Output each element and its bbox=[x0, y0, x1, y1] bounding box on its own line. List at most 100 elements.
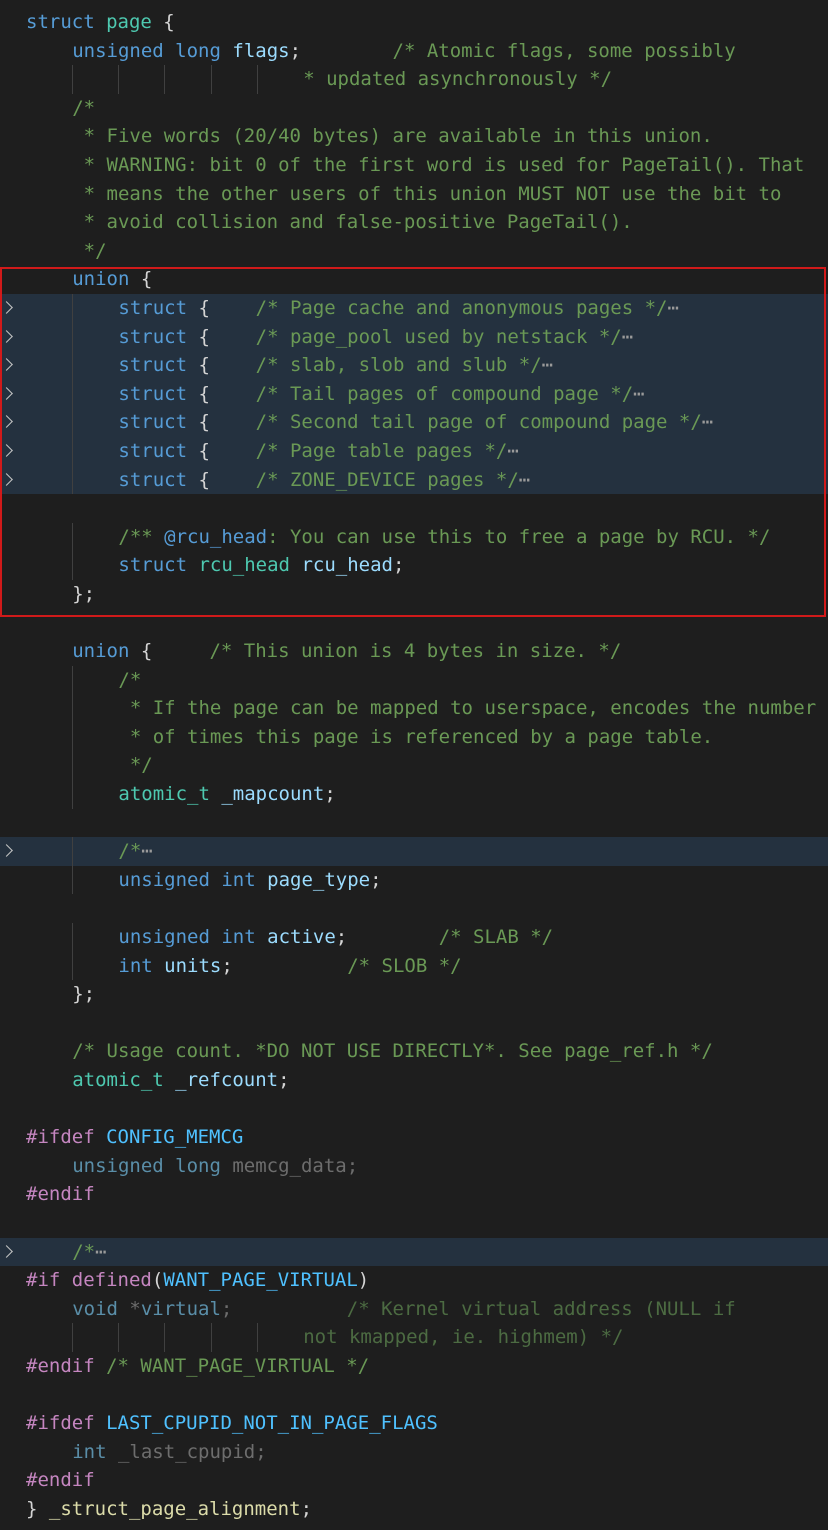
code-line[interactable] bbox=[0, 809, 828, 838]
code-line[interactable]: * WARNING: bit 0 of the first word is us… bbox=[0, 151, 828, 180]
code-line[interactable]: * If the page can be mapped to userspace… bbox=[0, 694, 828, 723]
code-line[interactable]: /* bbox=[0, 665, 828, 695]
fold-chevron-right-icon[interactable] bbox=[0, 444, 13, 457]
folded-code-line[interactable]: struct { /* ZONE_DEVICE pages */⋯ bbox=[0, 465, 828, 495]
code-token: { bbox=[129, 640, 210, 663]
folded-code-line[interactable]: struct { /* Second tail page of compound… bbox=[0, 408, 828, 437]
fold-chevron-right-icon[interactable] bbox=[0, 1244, 13, 1258]
code-line[interactable]: */ bbox=[0, 751, 828, 781]
code-line[interactable]: #ifdef CONFIG_MEMCG bbox=[0, 1123, 828, 1152]
code-line[interactable] bbox=[0, 1095, 828, 1124]
code-line[interactable]: #endif /* WANT_PAGE_VIRTUAL */ bbox=[0, 1352, 828, 1381]
code-line[interactable]: union { /* This union is 4 bytes in size… bbox=[0, 637, 828, 666]
fold-chevron-right-icon[interactable] bbox=[0, 329, 13, 343]
code-token: ) bbox=[357, 1269, 370, 1292]
code-line[interactable] bbox=[0, 494, 828, 523]
code-text: #if defined(WANT_PAGE_VIRTUAL) bbox=[26, 1266, 369, 1295]
code-line[interactable]: #endif bbox=[0, 1180, 828, 1209]
code-token: @rcu_head bbox=[164, 525, 268, 548]
code-token: #endif bbox=[26, 1469, 95, 1492]
code-token: */ bbox=[72, 239, 107, 262]
code-token: ⋯ bbox=[667, 296, 679, 319]
code-line[interactable]: #endif bbox=[0, 1466, 828, 1495]
code-text: /** @rcu_head: You can use this to free … bbox=[118, 523, 770, 552]
code-line[interactable]: /* bbox=[0, 94, 828, 123]
code-token: /* SLOB */ bbox=[347, 954, 462, 977]
fold-chevron-right-icon[interactable] bbox=[0, 844, 13, 858]
folded-code-line[interactable]: struct { /* page_pool used by netstack *… bbox=[0, 322, 828, 352]
fold-chevron-right-icon[interactable] bbox=[0, 301, 13, 314]
code-text: /* Usage count. *DO NOT USE DIRECTLY*. S… bbox=[72, 1037, 713, 1066]
indent-guide bbox=[256, 1323, 258, 1352]
folded-code-line[interactable]: /*⋯ bbox=[0, 1237, 828, 1267]
code-line[interactable]: #ifdef LAST_CPUPID_NOT_IN_PAGE_FLAGS bbox=[0, 1409, 828, 1438]
code-line[interactable]: unsigned long memcg_data; bbox=[0, 1152, 828, 1181]
code-line[interactable] bbox=[0, 1381, 828, 1410]
code-token: int bbox=[118, 954, 153, 977]
code-line[interactable]: * Five words (20/40 bytes) are available… bbox=[0, 122, 828, 151]
code-editor[interactable]: struct page {unsigned long flags; /* Ato… bbox=[0, 0, 828, 1530]
indent-guide bbox=[72, 923, 73, 952]
code-token: #ifdef bbox=[26, 1412, 95, 1435]
code-line[interactable]: }; bbox=[0, 980, 828, 1009]
code-token: struct bbox=[118, 354, 188, 377]
code-line[interactable]: } _struct_page_alignment; bbox=[0, 1495, 828, 1524]
code-line[interactable] bbox=[0, 1209, 828, 1238]
code-line[interactable] bbox=[0, 894, 828, 923]
fold-chevron-right-icon[interactable] bbox=[0, 386, 13, 400]
code-token: /* Second tail page of compound page */ bbox=[255, 411, 702, 434]
code-line[interactable]: unsigned int page_type; bbox=[0, 865, 828, 895]
code-token: unsigned bbox=[118, 926, 210, 948]
code-text: struct { /* Page table pages */⋯ bbox=[118, 437, 518, 466]
code-line[interactable]: atomic_t _mapcount; bbox=[0, 780, 828, 809]
code-line[interactable]: * updated asynchronously */ bbox=[0, 65, 828, 94]
folded-code-line[interactable]: struct { /* Page table pages */⋯ bbox=[0, 436, 828, 466]
fold-chevron-right-icon[interactable] bbox=[0, 415, 13, 429]
code-token: /* Page cache and anonymous pages */ bbox=[255, 296, 668, 319]
code-line[interactable]: * avoid collision and false-positive Pag… bbox=[0, 208, 828, 237]
code-text: #endif bbox=[26, 1466, 95, 1495]
code-line[interactable] bbox=[0, 608, 828, 637]
code-line[interactable]: not kmapped, ie. highmem) */ bbox=[0, 1323, 828, 1352]
code-line[interactable]: struct rcu_head rcu_head; bbox=[0, 551, 828, 580]
code-line[interactable]: #if defined(WANT_PAGE_VIRTUAL) bbox=[0, 1266, 828, 1295]
folded-code-line[interactable]: struct { /* Page cache and anonymous pag… bbox=[0, 293, 828, 323]
code-line[interactable]: */ bbox=[0, 237, 828, 266]
code-line[interactable]: /** @rcu_head: You can use this to free … bbox=[0, 522, 828, 552]
code-line[interactable]: int _last_cpupid; bbox=[0, 1438, 828, 1467]
indent-guide bbox=[72, 665, 73, 695]
fold-chevron-right-icon[interactable] bbox=[0, 358, 13, 371]
code-line[interactable]: unsigned int active; /* SLAB */ bbox=[0, 923, 828, 952]
code-line[interactable]: * means the other users of this union MU… bbox=[0, 180, 828, 209]
code-token: * Five words (20/40 bytes) are available… bbox=[72, 125, 713, 148]
folded-code-line[interactable]: struct { /* slab, slob and slub */⋯ bbox=[0, 351, 828, 380]
code-token: struct bbox=[118, 468, 188, 491]
code-token: void bbox=[72, 1297, 118, 1320]
code-line[interactable]: /* Usage count. *DO NOT USE DIRECTLY*. S… bbox=[0, 1037, 828, 1066]
code-line[interactable]: }; bbox=[0, 580, 828, 609]
code-lines: struct page {unsigned long flags; /* Ato… bbox=[0, 0, 828, 1523]
code-line[interactable]: unsigned long flags; /* Atomic flags, so… bbox=[0, 37, 828, 66]
code-line[interactable] bbox=[0, 1009, 828, 1038]
code-token: int bbox=[72, 1440, 107, 1463]
code-token: #if bbox=[26, 1269, 61, 1292]
code-line[interactable]: * of times this page is referenced by a … bbox=[0, 722, 828, 752]
fold-chevron-right-icon[interactable] bbox=[0, 472, 13, 486]
code-text: #ifdef CONFIG_MEMCG bbox=[26, 1123, 243, 1152]
code-line[interactable]: struct page { bbox=[0, 8, 828, 37]
code-text: */ bbox=[72, 237, 107, 266]
code-text: struct { /* slab, slob and slub */⋯ bbox=[118, 351, 553, 380]
folded-code-line[interactable]: struct { /* Tail pages of compound page … bbox=[0, 379, 828, 409]
code-line[interactable]: int units; /* SLOB */ bbox=[0, 951, 828, 981]
code-token: : You can use this to free a page by RCU… bbox=[267, 525, 771, 548]
code-text: struct { /* Second tail page of compound… bbox=[118, 408, 713, 437]
code-line[interactable]: union { bbox=[0, 265, 828, 294]
code-token: ( bbox=[151, 1269, 164, 1292]
code-line[interactable]: void *virtual; /* Kernel virtual address… bbox=[0, 1295, 828, 1324]
code-token: defined bbox=[71, 1269, 152, 1292]
folded-code-line[interactable]: /*⋯ bbox=[0, 837, 828, 866]
code-token: ⋯ bbox=[633, 382, 645, 405]
code-line[interactable]: atomic_t _refcount; bbox=[0, 1066, 828, 1095]
